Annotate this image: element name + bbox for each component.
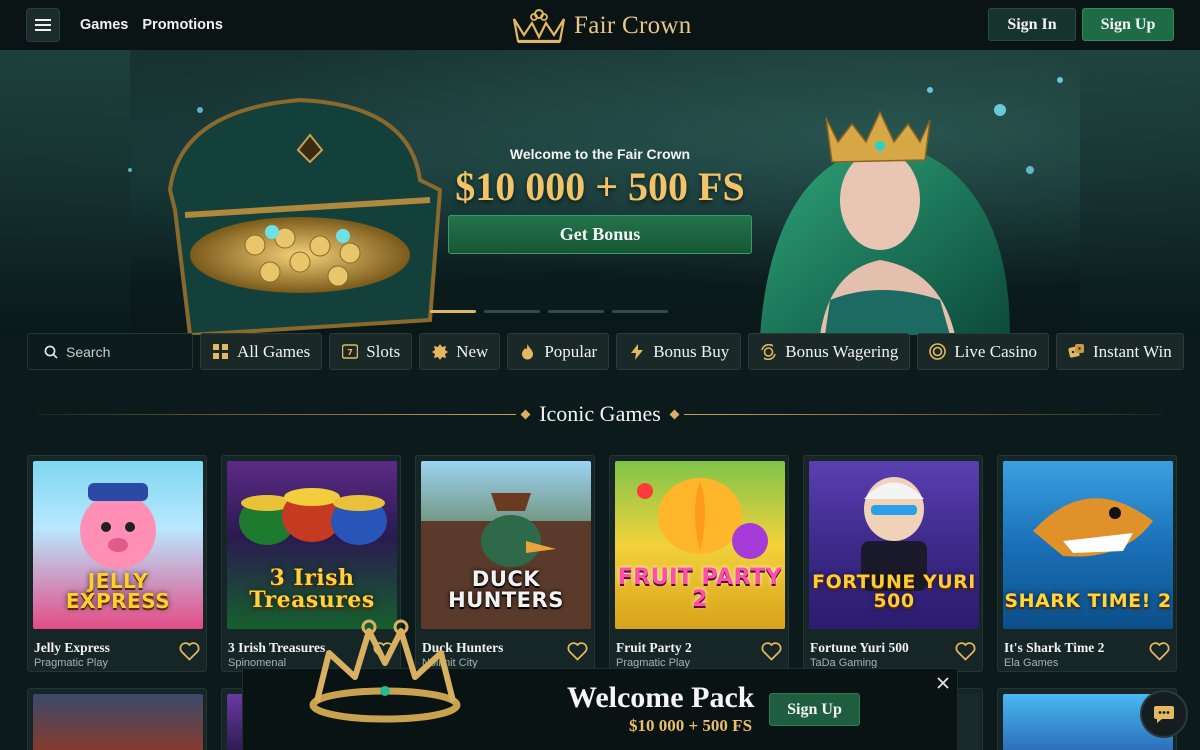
lightning-icon xyxy=(628,343,645,360)
dice-icon xyxy=(1068,343,1085,360)
nav-promotions[interactable]: Promotions xyxy=(142,17,223,33)
category-label: Bonus Wagering xyxy=(785,341,899,361)
section-header-iconic-games: Iconic Games xyxy=(0,400,1200,428)
top-header: Games Promotions Fair Crown Sign In Sign… xyxy=(0,0,1200,50)
game-card[interactable]: FRUIT PARTY 2 Fruit Party 2 Pragmatic Pl… xyxy=(609,455,789,672)
sign-up-button[interactable]: Sign Up xyxy=(1082,8,1174,41)
category-label: New xyxy=(456,341,489,361)
search-placeholder: Search xyxy=(66,343,111,360)
category-instant-win[interactable]: Instant Win xyxy=(1055,333,1184,370)
category-bonus-buy[interactable]: Bonus Buy xyxy=(616,333,742,370)
divider-line xyxy=(683,413,1162,415)
svg-text:7: 7 xyxy=(347,348,353,357)
category-filter-bar: Search All Games 7 Slots New Popular Bon… xyxy=(27,333,1184,370)
game-title: It's Shark Time 2 xyxy=(1004,640,1105,655)
slot-777-icon: 7 xyxy=(341,343,358,360)
get-bonus-button[interactable]: Get Bonus xyxy=(448,215,752,254)
hero-bonus-amount: $10 000 + 500 FS xyxy=(455,164,745,209)
game-art-title: SHARK TIME! 2 xyxy=(1004,590,1172,612)
site-logo[interactable]: Fair Crown xyxy=(510,6,692,46)
search-icon xyxy=(44,345,58,359)
category-label: Bonus Buy xyxy=(653,341,730,361)
game-art-title: 3 Irish Treasures xyxy=(249,565,375,613)
game-art-title: JELLY EXPRESS xyxy=(65,569,171,613)
coin-exchange-icon xyxy=(760,343,777,360)
game-title: Fruit Party 2 xyxy=(616,640,692,655)
game-art-title: DUCK HUNTERS xyxy=(448,567,564,612)
game-thumbnail[interactable]: DUCK HUNTERS xyxy=(421,461,591,629)
game-thumbnail[interactable] xyxy=(33,694,203,750)
category-live-casino[interactable]: Live Casino xyxy=(917,333,1049,370)
hero-banner[interactable]: Welcome to the Fair Crown $10 000 + 500 … xyxy=(0,50,1200,335)
welcome-pack-popup: Welcome Pack $10 000 + 500 FS Sign Up xyxy=(242,619,958,750)
game-art-title: FORTUNE YURI 500 xyxy=(812,571,976,612)
carousel-indicators xyxy=(430,310,668,313)
carousel-dot[interactable] xyxy=(484,310,540,313)
sign-in-button[interactable]: Sign In xyxy=(988,8,1076,41)
category-label: Slots xyxy=(366,341,401,361)
menu-icon xyxy=(35,19,51,31)
carousel-dot[interactable] xyxy=(548,310,604,313)
search-input[interactable]: Search xyxy=(27,333,193,370)
section-title: Iconic Games xyxy=(539,401,661,426)
favorite-heart-icon[interactable] xyxy=(567,642,588,661)
chat-bubble-icon xyxy=(1154,706,1174,723)
game-title: Jelly Express xyxy=(34,640,110,655)
category-slots[interactable]: 7 Slots xyxy=(329,333,413,370)
diamond-icon xyxy=(520,409,531,419)
new-badge-icon xyxy=(431,343,448,360)
category-label: All Games xyxy=(237,341,311,361)
casino-chip-icon xyxy=(929,343,947,360)
carousel-dot[interactable] xyxy=(430,310,476,313)
game-card[interactable]: SHARK TIME! 2 It's Shark Time 2 Ela Game… xyxy=(997,455,1177,672)
category-label: Popular xyxy=(544,341,598,361)
category-popular[interactable]: Popular xyxy=(507,333,610,370)
category-label: Instant Win xyxy=(1092,341,1172,361)
favorite-heart-icon[interactable] xyxy=(1149,642,1170,661)
favorite-heart-icon[interactable] xyxy=(179,642,200,661)
game-thumbnail[interactable]: FRUIT PARTY 2 xyxy=(615,461,785,629)
game-provider: Ela Games xyxy=(1004,657,1059,669)
game-title: Fortune Yuri 500 xyxy=(810,640,909,655)
logo-text: Fair Crown xyxy=(574,12,692,39)
divider-line xyxy=(38,413,517,415)
game-card[interactable]: JELLY EXPRESS Jelly Express Pragmatic Pl… xyxy=(27,455,207,672)
crown-logo-icon xyxy=(512,9,566,43)
hero-welcome-text: Welcome to the Fair Crown xyxy=(509,146,691,162)
crown-icon xyxy=(309,619,461,723)
close-icon[interactable] xyxy=(935,675,951,691)
favorite-heart-icon[interactable] xyxy=(761,642,782,661)
welcome-pack-title: Welcome Pack xyxy=(567,681,755,714)
game-thumbnail[interactable]: SHARK TIME! 2 xyxy=(1003,461,1173,629)
category-all-games[interactable]: All Games xyxy=(200,333,323,370)
nav-games[interactable]: Games xyxy=(80,17,128,33)
diamond-icon xyxy=(669,409,680,419)
flame-icon xyxy=(519,343,536,360)
category-bonus-wagering[interactable]: Bonus Wagering xyxy=(748,333,911,370)
welcome-pack-sign-up-button[interactable]: Sign Up xyxy=(769,693,860,726)
category-new[interactable]: New xyxy=(419,333,501,370)
game-thumbnail[interactable]: 3 Irish Treasures xyxy=(227,461,397,629)
favorite-heart-icon[interactable] xyxy=(955,642,976,661)
game-provider: Pragmatic Play xyxy=(34,657,108,669)
game-card[interactable] xyxy=(27,688,207,750)
game-art-title: FRUIT PARTY 2 xyxy=(617,565,783,612)
game-thumbnail[interactable]: FORTUNE YURI 500 xyxy=(809,461,979,629)
hamburger-menu-button[interactable] xyxy=(26,8,60,42)
category-label: Live Casino xyxy=(954,341,1037,361)
game-card-grid: JELLY EXPRESS Jelly Express Pragmatic Pl… xyxy=(27,455,1177,672)
live-chat-button[interactable] xyxy=(1140,690,1188,738)
carousel-dot[interactable] xyxy=(612,310,668,313)
game-card[interactable]: FORTUNE YURI 500 Fortune Yuri 500 TaDa G… xyxy=(803,455,983,672)
welcome-pack-amount: $10 000 + 500 FS xyxy=(629,716,753,735)
game-thumbnail[interactable]: JELLY EXPRESS xyxy=(33,461,203,629)
grid-icon xyxy=(212,343,229,360)
